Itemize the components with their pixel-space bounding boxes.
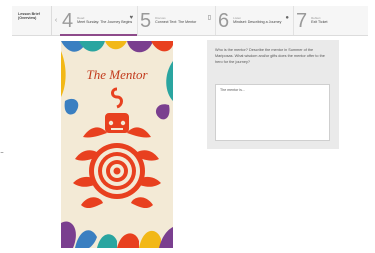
step-number: 6 <box>218 9 230 32</box>
step-navigation-bar: Lesson Brief (Overview) ‹ 4 Read Meet Su… <box>12 6 368 36</box>
active-step-indicator <box>60 34 137 36</box>
cover-title: The Mentor <box>86 67 148 82</box>
step-number: 7 <box>296 9 308 32</box>
book-cover: The Mentor <box>61 41 173 248</box>
lesson-frame: Lesson Brief (Overview) ‹ 4 Read Meet Su… <box>12 6 368 250</box>
step-4[interactable]: 4 Read Meet Sunday: The Journey Begins ♥ <box>60 6 138 36</box>
step-number: 4 <box>62 9 74 32</box>
course-label[interactable]: Lesson Brief (Overview) <box>12 6 52 35</box>
side-marker: ·-· <box>0 150 4 156</box>
step-title: Connect Text: The Mentor <box>155 20 197 25</box>
step-title: Mindset: Describing a Journey <box>233 20 282 25</box>
step-title: Exit Ticket <box>311 20 328 25</box>
cover-illustration: The Mentor <box>61 41 173 248</box>
heart-icon: ♥ <box>129 15 133 21</box>
question-panel: Who is the mentor? Describe the mentor i… <box>207 40 339 149</box>
lesson-content: The Mentor Who is the mentor? Describe t… <box>12 37 368 250</box>
step-5[interactable]: 5 Discuss Connect Text: The Mentor ▯ <box>138 6 216 35</box>
step-title: Meet Sunday: The Journey Begins <box>77 20 133 25</box>
question-prompt: Who is the mentor? Describe the mentor i… <box>215 48 325 64</box>
step-6[interactable]: 6 Listen Mindset: Describing a Journey ● <box>216 6 294 35</box>
pin-icon: ● <box>285 15 289 21</box>
step-number: 5 <box>140 9 152 32</box>
chevron-left-icon[interactable]: ‹ <box>52 6 60 35</box>
book-icon: ▯ <box>207 15 211 21</box>
step-7[interactable]: 7 Reflect Exit Ticket <box>294 6 354 35</box>
answer-textarea[interactable]: The mentor is... <box>215 84 330 141</box>
